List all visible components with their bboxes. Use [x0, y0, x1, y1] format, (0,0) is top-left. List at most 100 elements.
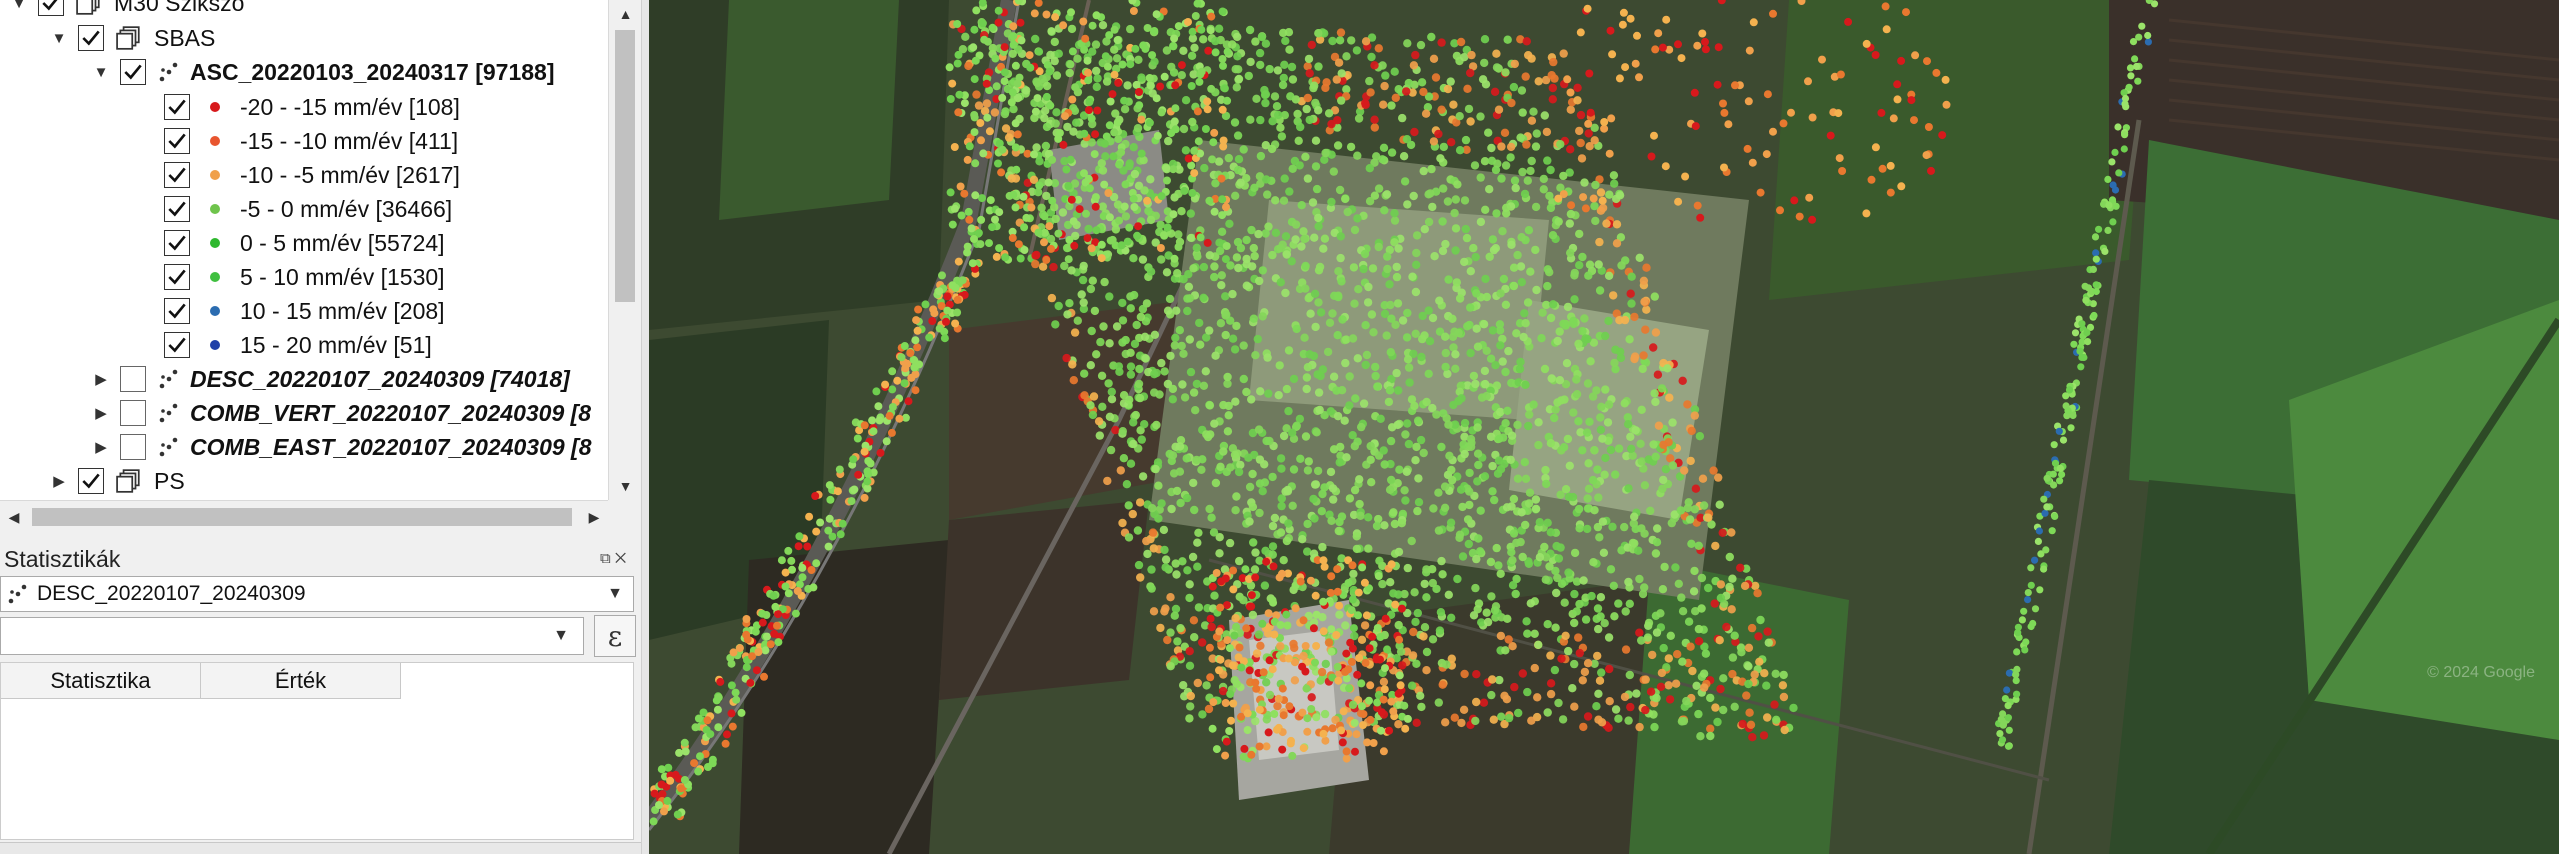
- legend-class-item[interactable]: 5 - 10 mm/év [1530]: [164, 261, 445, 293]
- tree-vertical-scrollbar[interactable]: ▲ ▼: [608, 0, 642, 500]
- tree-item-root[interactable]: ▼ M30 Szikszó: [8, 0, 244, 19]
- statistics-field-select[interactable]: ▼: [0, 617, 584, 655]
- insar-point: [1306, 309, 1315, 318]
- insar-point: [1278, 569, 1286, 578]
- checkbox-comb-east-layer[interactable]: [120, 434, 146, 460]
- insar-point: [1335, 610, 1344, 619]
- insar-point: [1369, 739, 1378, 747]
- checkbox-class[interactable]: [164, 162, 190, 188]
- tree-item-desc-layer[interactable]: ▶ DESC_20220107_20240309 [74018]: [90, 363, 570, 395]
- chevron-down-icon[interactable]: ▼: [90, 64, 112, 81]
- insar-point: [1674, 197, 1683, 206]
- scroll-up-icon[interactable]: ▲: [609, 0, 642, 28]
- checkbox-class[interactable]: [164, 230, 190, 256]
- insar-point: [1436, 154, 1445, 163]
- insar-point: [1471, 379, 1480, 389]
- insar-point: [1121, 180, 1130, 189]
- scroll-down-icon[interactable]: ▼: [609, 472, 642, 500]
- insar-point: [1594, 624, 1603, 634]
- chevron-right-icon[interactable]: ▶: [90, 404, 112, 422]
- tree-item-comb-east-layer[interactable]: ▶ COMB_EAST_20220107_20240309 [8: [90, 431, 592, 463]
- insar-point: [1465, 487, 1474, 496]
- tree-item-sbas[interactable]: ▼ SBAS: [48, 22, 215, 54]
- insar-point: [1451, 224, 1461, 233]
- insar-point: [1274, 110, 1283, 120]
- insar-point: [1373, 382, 1382, 391]
- checkbox-comb-vert-layer[interactable]: [120, 400, 146, 426]
- insar-point: [1416, 435, 1426, 445]
- insar-point: [1115, 160, 1124, 169]
- checkbox-root[interactable]: [38, 0, 64, 16]
- scroll-thumb[interactable]: [32, 508, 572, 526]
- legend-class-item[interactable]: 10 - 15 mm/év [208]: [164, 295, 445, 327]
- insar-point: [1614, 599, 1623, 608]
- insar-point: [1346, 142, 1356, 152]
- expression-button[interactable]: ε: [594, 615, 636, 657]
- insar-point: [1335, 601, 1344, 610]
- checkbox-sbas[interactable]: [78, 25, 104, 51]
- tree-item-comb-vert-layer[interactable]: ▶ COMB_VERT_20220107_20240309 [8: [90, 397, 591, 429]
- map-canvas[interactable]: © 2024 Google: [649, 0, 2559, 854]
- chevron-down-icon[interactable]: ▼: [48, 30, 70, 47]
- insar-point: [2004, 702, 2012, 710]
- checkbox-class[interactable]: [164, 128, 190, 154]
- scroll-thumb[interactable]: [615, 30, 635, 302]
- tree-item-asc-layer[interactable]: ▼ ASC_20220103_20240317 [97188]: [90, 56, 554, 88]
- statistics-layer-select[interactable]: DESC_20220107_20240309 ▼: [0, 576, 634, 612]
- legend-class-label: -10 - -5 mm/év [2617]: [240, 161, 460, 188]
- insar-point: [1510, 59, 1519, 69]
- insar-point: [1624, 420, 1633, 429]
- insar-point: [1466, 267, 1475, 276]
- insar-point: [1604, 633, 1614, 642]
- insar-point: [907, 373, 916, 382]
- checkbox-desc-layer[interactable]: [120, 366, 146, 392]
- legend-class-item[interactable]: -5 - 0 mm/év [36466]: [164, 193, 452, 225]
- insar-point: [1288, 751, 1297, 760]
- insar-point: [1633, 31, 1641, 40]
- insar-point: [1117, 148, 1126, 157]
- column-header-value[interactable]: Érték: [201, 663, 401, 699]
- insar-point: [1092, 82, 1101, 92]
- insar-point: [1212, 569, 1221, 577]
- insar-point: [1298, 535, 1307, 544]
- tree-horizontal-scrollbar[interactable]: ◀ ▶: [0, 500, 608, 533]
- insar-point: [1482, 346, 1491, 355]
- scroll-left-icon[interactable]: ◀: [0, 501, 28, 533]
- insar-point: [1730, 702, 1739, 711]
- chevron-right-icon[interactable]: ▶: [48, 472, 70, 490]
- insar-point: [1639, 351, 1648, 360]
- insar-point: [1256, 151, 1266, 161]
- chevron-down-icon[interactable]: ▼: [607, 585, 623, 603]
- checkbox-class[interactable]: [164, 94, 190, 120]
- legend-class-item[interactable]: -20 - -15 mm/év [108]: [164, 91, 460, 123]
- insar-point: [673, 810, 682, 819]
- insar-point: [1390, 216, 1400, 225]
- insar-point: [1720, 163, 1728, 172]
- scroll-right-icon[interactable]: ▶: [580, 501, 608, 533]
- legend-class-item[interactable]: 0 - 5 mm/év [55724]: [164, 227, 445, 259]
- legend-class-item[interactable]: -10 - -5 mm/év [2617]: [164, 159, 460, 191]
- chevron-right-icon[interactable]: ▶: [90, 370, 112, 388]
- checkbox-asc-layer[interactable]: [120, 59, 146, 85]
- legend-class-item[interactable]: -15 - -10 mm/év [411]: [164, 125, 458, 157]
- insar-point: [1564, 492, 1574, 502]
- insar-point: [1303, 714, 1312, 723]
- tree-item-ps[interactable]: ▶ PS: [48, 465, 185, 497]
- legend-class-item[interactable]: 15 - 20 mm/év [51]: [164, 329, 432, 361]
- checkbox-class[interactable]: [164, 196, 190, 222]
- chevron-right-icon[interactable]: ▶: [90, 438, 112, 456]
- panel-float-close-icons[interactable]: ⧉ ✕: [600, 550, 626, 567]
- epsilon-icon: ε: [607, 619, 623, 653]
- insar-point: [1706, 731, 1715, 741]
- column-header-statistic[interactable]: Statisztika: [1, 663, 201, 699]
- insar-point: [1481, 80, 1491, 89]
- insar-point: [1221, 330, 1230, 340]
- checkbox-class[interactable]: [164, 264, 190, 290]
- insar-point: [1578, 326, 1587, 336]
- checkbox-ps[interactable]: [78, 468, 104, 494]
- chevron-down-icon[interactable]: ▼: [553, 627, 569, 645]
- insar-point: [946, 95, 955, 103]
- chevron-down-icon[interactable]: ▼: [8, 0, 30, 12]
- checkbox-class[interactable]: [164, 332, 190, 358]
- checkbox-class[interactable]: [164, 298, 190, 324]
